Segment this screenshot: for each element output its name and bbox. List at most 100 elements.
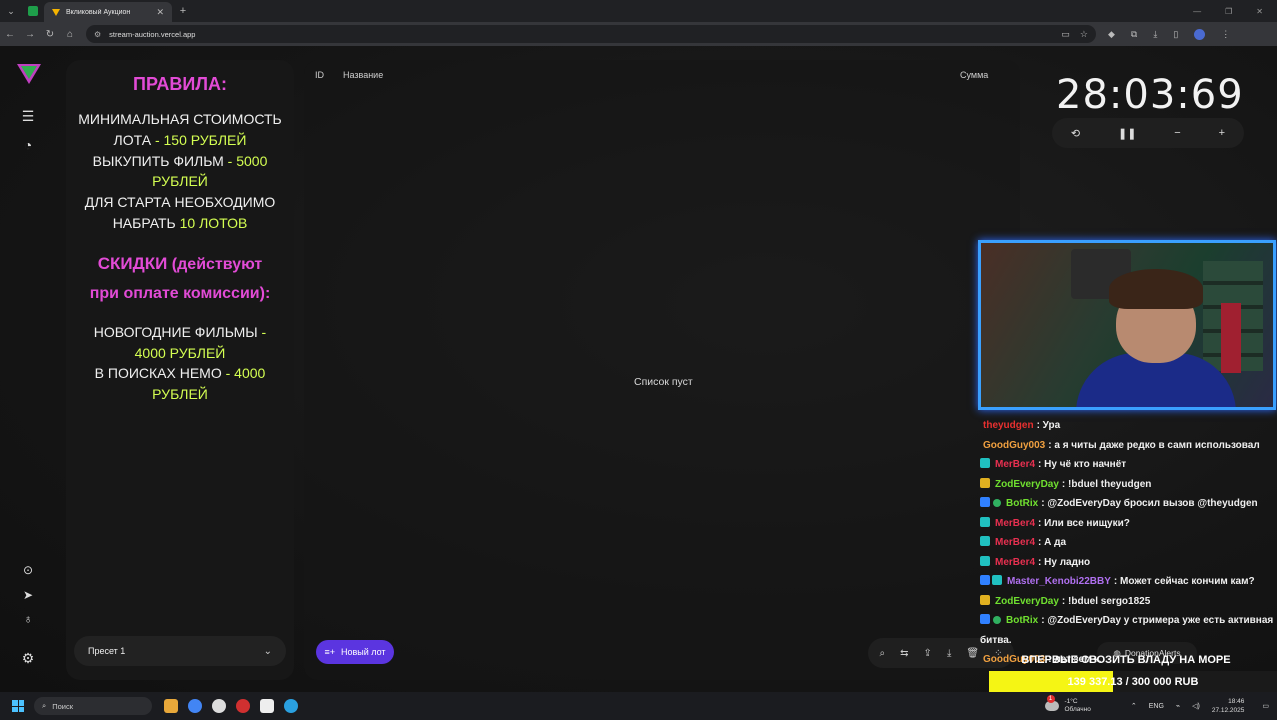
- chat-username[interactable]: MerBer4: [995, 459, 1035, 470]
- preset-select[interactable]: Пресет 1 ⌄: [74, 636, 286, 666]
- telegram-icon[interactable]: [284, 699, 298, 713]
- sidebar-icon[interactable]: ▯: [1173, 29, 1178, 40]
- webcam-streamer-hair: [1109, 269, 1203, 309]
- timer-hundredths: 69: [1190, 72, 1244, 118]
- obs-icon[interactable]: [260, 699, 274, 713]
- donation-goal-text: 139 337.13 / 300 000 RUB: [1067, 676, 1199, 688]
- github-icon[interactable]: ♁: [19, 610, 37, 628]
- cast-icon[interactable]: ▭: [1061, 29, 1070, 40]
- close-window-icon[interactable]: ✕: [1256, 7, 1263, 16]
- chat-username[interactable]: MerBer4: [995, 537, 1035, 548]
- plus-icon[interactable]: +: [1219, 127, 1225, 139]
- chat-username[interactable]: GoodGuy003: [983, 440, 1045, 451]
- rule-text: ЛОТА: [113, 131, 152, 148]
- volume-icon[interactable]: ◁): [1192, 702, 1200, 710]
- minimize-icon[interactable]: —: [1193, 7, 1201, 16]
- chat-message: ZodEveryDay: !bduel sergo1825: [980, 592, 1275, 612]
- network-icon[interactable]: ⌁: [1176, 702, 1180, 710]
- chat-text: : а я читы даже редко в самп использовал: [1048, 439, 1260, 451]
- empty-list-text: Список пуст: [634, 376, 693, 388]
- chat-text: : А да: [1038, 537, 1067, 548]
- notifications-icon[interactable]: ▭: [1262, 702, 1269, 710]
- chat-badge-icon: [980, 458, 990, 468]
- auction-timer: 28:03:69: [1056, 72, 1244, 118]
- pinned-sheets-tab[interactable]: [22, 0, 44, 22]
- download-icon[interactable]: ⤓: [1153, 29, 1157, 40]
- chat-text: : Или все нищуки?: [1038, 517, 1130, 529]
- settings-gear-icon[interactable]: ⚙: [19, 649, 37, 667]
- cloud-icon: 1: [1044, 695, 1059, 711]
- chat-username[interactable]: Master_Kenobi22BBY: [1007, 576, 1111, 587]
- windows-start-icon[interactable]: [12, 700, 24, 712]
- site-info-icon[interactable]: ⚙: [94, 30, 101, 39]
- rules-text: ПРАВИЛА: МИНИМАЛЬНАЯ СТОИМОСТЬ ЛОТА - 150…: [66, 74, 294, 405]
- extension-icon[interactable]: ◆: [1108, 29, 1115, 40]
- chat-message: ZodEveryDay: !bduel theyudgen: [980, 475, 1275, 495]
- file-explorer-icon[interactable]: [164, 699, 178, 713]
- list-icon[interactable]: ☰: [19, 107, 37, 125]
- chat-username[interactable]: theyudgen: [983, 420, 1034, 431]
- pause-icon[interactable]: ❚❚: [1118, 127, 1136, 140]
- music-icon[interactable]: [212, 699, 226, 713]
- chat-username[interactable]: BotRix: [1006, 498, 1038, 509]
- stats-icon[interactable]: ⊙: [19, 561, 37, 579]
- search-icon[interactable]: ⌕: [880, 648, 886, 659]
- goal-current: 139 337.13: [1067, 676, 1123, 688]
- opera-icon[interactable]: [236, 699, 250, 713]
- bookmark-star-icon[interactable]: ☆: [1080, 29, 1088, 40]
- tab-list-icon[interactable]: ⌄: [0, 0, 22, 22]
- taskbar-clock[interactable]: 18:46 27.12.2025: [1212, 697, 1245, 715]
- rule-highlight: 4000 РУБЛЕЙ: [134, 344, 226, 361]
- active-tab[interactable]: Вкликовый Аукцион ✕: [44, 2, 172, 22]
- new-lot-button[interactable]: ≡+ Новый лот: [316, 640, 394, 664]
- back-icon[interactable]: ←: [0, 29, 20, 40]
- history-icon[interactable]: ◔: [19, 136, 37, 154]
- profile-avatar[interactable]: [1194, 28, 1206, 40]
- rule-line: ВЫКУПИТЬ ФИЛЬМ - 5000: [66, 151, 294, 172]
- close-tab-icon[interactable]: ✕: [156, 7, 164, 18]
- upload-icon[interactable]: ⇪: [924, 648, 932, 659]
- chat-message: MerBer4: Или все нищуки?: [980, 514, 1275, 534]
- chat-message: BotRix: @ZodEveryDay у стримера уже есть…: [980, 611, 1275, 631]
- new-tab-button[interactable]: +: [172, 5, 194, 17]
- chrome-icon[interactable]: [188, 699, 202, 713]
- weather-widget[interactable]: 1 -1°C Облачно: [1044, 695, 1091, 714]
- shuffle-icon[interactable]: ⇆: [900, 648, 908, 659]
- reload-icon[interactable]: ↻: [40, 29, 60, 40]
- rule-text: В ПОИСКАХ НЕМО: [94, 365, 222, 382]
- menu-icon[interactable]: ⋮: [1221, 29, 1230, 40]
- rule-line: РУБЛЕЙ: [66, 171, 294, 192]
- chat-text: : Может сейчас кончим кам?: [1113, 576, 1255, 587]
- restore-icon[interactable]: ❐: [1225, 7, 1232, 16]
- chat-badge-icon: [980, 555, 990, 566]
- taskbar-search[interactable]: ⌕ Поиск: [34, 697, 152, 715]
- chat-username[interactable]: ZodEveryDay: [995, 596, 1059, 607]
- language-indicator[interactable]: ENG: [1149, 703, 1164, 710]
- rule-text: МИНИМАЛЬНАЯ СТОИМОСТЬ: [78, 111, 282, 127]
- chat-badge-icon: [980, 594, 990, 605]
- verified-badge-icon: [993, 499, 1001, 507]
- discounts-heading: СКИДКИ (действуют при оплате комиссии):: [66, 250, 294, 308]
- trash-icon[interactable]: 🗑: [966, 648, 979, 659]
- forward-icon[interactable]: →: [20, 29, 40, 40]
- rule-highlight: РУБЛЕЙ: [152, 173, 208, 190]
- url-field[interactable]: ⚙ stream-auction.vercel.app ▭ ☆: [86, 25, 1096, 43]
- chat-message: MerBer4: А да: [980, 533, 1275, 553]
- download-icon[interactable]: ⤓: [947, 648, 951, 659]
- rule-line: НАБРАТЬ 10 ЛОТОВ: [66, 213, 294, 234]
- chat-username[interactable]: MerBer4: [995, 518, 1035, 529]
- rule-line: ЛОТА - 150 РУБЛЕЙ: [66, 130, 294, 151]
- chat-username[interactable]: ZodEveryDay: [995, 479, 1059, 490]
- column-sum: Сумма: [960, 70, 989, 80]
- chat-badge-icon: [992, 575, 1002, 585]
- chat-username[interactable]: MerBer4: [995, 557, 1035, 568]
- stream-chat: theyudgen: Ура GoodGuy003: а я читы даже …: [980, 416, 1275, 670]
- home-icon[interactable]: ⌂: [60, 29, 80, 40]
- minus-icon[interactable]: −: [1174, 127, 1180, 139]
- chat-username[interactable]: BotRix: [1006, 615, 1038, 626]
- extensions-puzzle-icon[interactable]: ⧉: [1131, 29, 1137, 40]
- reset-timer-icon[interactable]: ⟲: [1071, 127, 1080, 140]
- preset-label: Пресет 1: [88, 646, 126, 656]
- tray-chevron-icon[interactable]: ⌃: [1131, 702, 1137, 710]
- telegram-icon[interactable]: ➤: [19, 586, 37, 604]
